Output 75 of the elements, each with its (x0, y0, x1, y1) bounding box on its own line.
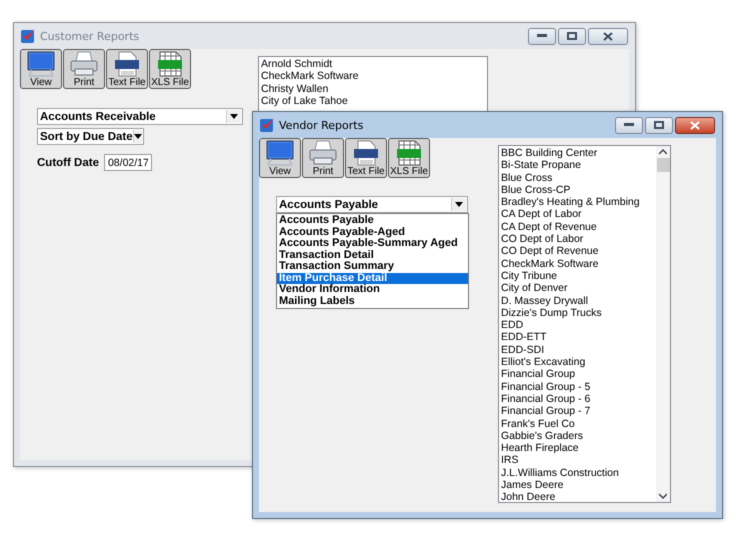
report-dropdown[interactable]: Accounts Payable (276, 196, 468, 213)
list-item[interactable]: Christy Wallen (261, 82, 487, 95)
list-item[interactable]: Hearth Fireplace (501, 442, 656, 454)
list-item[interactable]: Frank's Fuel Co (501, 418, 656, 430)
list-item[interactable]: EDD-ETT (501, 331, 656, 344)
list-item[interactable]: Gabbie's Graders (501, 430, 656, 442)
list-item[interactable]: CheckMark Software (501, 258, 656, 270)
list-item[interactable]: Bi-State Propane (501, 159, 656, 172)
printer-icon (69, 51, 99, 77)
list-item[interactable]: Dizzie's Dump Trucks (501, 306, 656, 320)
minimize-icon (537, 34, 547, 38)
list-item[interactable]: Financial Group - 6 (501, 392, 656, 406)
dropdown-option[interactable]: Accounts Payable (277, 215, 468, 226)
maximize-button[interactable] (645, 116, 673, 134)
dropdown-option[interactable]: Item Purchase Detail (277, 272, 468, 284)
dropdown-option[interactable]: Accounts Payable-Summary Aged (277, 238, 468, 250)
list-item[interactable]: Financial Group - 7 (501, 405, 656, 418)
list-item[interactable]: CheckMark Software (261, 70, 487, 83)
close-button[interactable] (675, 116, 715, 134)
list-item[interactable]: BBC Building Center (501, 147, 656, 160)
window-title: Customer Reports (40, 30, 140, 42)
list-item[interactable]: James Deere (501, 479, 656, 492)
monitor-icon (265, 140, 295, 166)
list-item[interactable]: Elliot's Excavating (501, 356, 656, 368)
list-item[interactable]: City of Lake Tahoe (261, 94, 487, 108)
dropdown-option[interactable]: Vendor Information (277, 284, 468, 296)
dropdown-option[interactable]: Mailing Labels (277, 296, 468, 307)
close-icon (603, 32, 613, 40)
list-item[interactable]: IRS (501, 454, 656, 467)
close-icon (690, 120, 700, 130)
list-item[interactable]: John Deere (501, 491, 656, 504)
list-item[interactable]: Financial Group - 5 (501, 380, 656, 393)
list-item[interactable]: Blue Cross (501, 172, 656, 184)
txt-button[interactable]: Text File (345, 138, 387, 178)
text-document-icon (351, 140, 381, 166)
dropdown-option[interactable]: Transaction Summary (277, 261, 468, 272)
scroll-thumb[interactable] (656, 158, 670, 172)
list-item[interactable]: D. Massey Drywall (501, 294, 656, 307)
printer-icon (308, 140, 338, 166)
monitor-icon (26, 51, 56, 77)
list-item[interactable]: Bradley's Heating & Plumbing (501, 196, 656, 208)
list-item[interactable]: Blue Cross-CP (501, 184, 656, 196)
minimize-icon (624, 123, 634, 127)
cutoff-date-label: Cutoff Date (37, 156, 99, 168)
list-item[interactable]: Financial Group (501, 368, 656, 381)
list-item[interactable]: CO Dept of Revenue (501, 245, 656, 258)
scroll-up-icon (659, 149, 667, 155)
app-icon (20, 28, 36, 44)
list-item[interactable]: EDD-SDI (501, 344, 656, 356)
scroll-down-icon (659, 493, 667, 499)
list-item[interactable]: City of Denver (501, 282, 656, 295)
list-item[interactable]: City Tribune (501, 270, 656, 282)
maximize-icon (567, 32, 577, 40)
list-item[interactable]: Arnold Schmidt (261, 58, 487, 70)
dropdown-arrow-icon (134, 134, 142, 139)
list-item[interactable]: J.L.Williams Construction (501, 466, 656, 480)
maximize-icon (654, 121, 664, 129)
view-button[interactable]: View (259, 138, 301, 178)
spreadsheet-icon (155, 51, 185, 77)
list-item[interactable]: CO Dept of Labor (501, 233, 656, 246)
dropdown-arrow-icon (230, 114, 238, 119)
spreadsheet-icon (394, 140, 424, 166)
dropdown-option[interactable]: Transaction Detail (277, 250, 468, 261)
scrollbar[interactable] (656, 146, 670, 502)
list-item[interactable]: CA Dept of Revenue (501, 220, 656, 234)
app-icon (259, 117, 275, 133)
minimize-button[interactable] (615, 116, 643, 134)
list-item[interactable]: CA Dept of Labor (501, 208, 656, 221)
window-title: Vendor Reports (279, 118, 364, 132)
xls-button[interactable]: XLS File (388, 138, 430, 178)
print-button[interactable]: Print (302, 138, 344, 178)
dropdown-arrow-icon (455, 202, 463, 207)
list-item[interactable]: EDD (501, 319, 656, 332)
dropdown-option[interactable]: Accounts Payable-Aged (277, 226, 468, 238)
text-document-icon (112, 51, 142, 77)
